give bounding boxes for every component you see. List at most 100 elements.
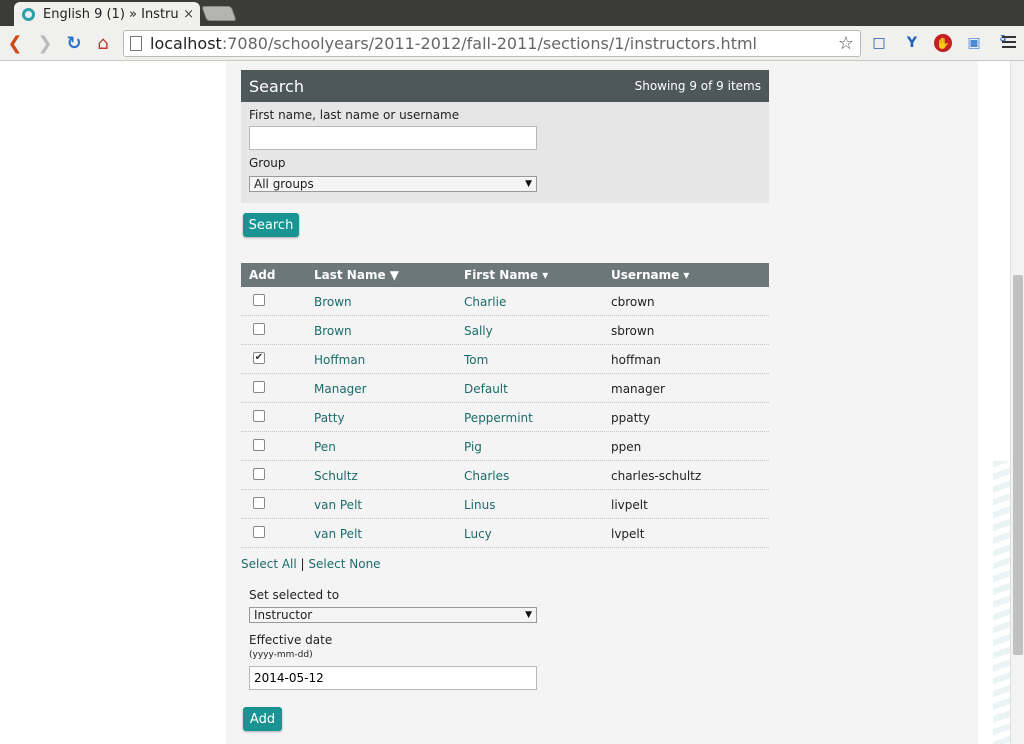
- select-none-link[interactable]: Select None: [308, 557, 380, 571]
- first-name-link[interactable]: Sally: [464, 324, 493, 338]
- table-row: Brown Charlie cbrown: [241, 287, 769, 316]
- table-row: Pen Pig ppen: [241, 432, 769, 461]
- group-select[interactable]: All groups ▼: [249, 176, 537, 192]
- username-cell: ppatty: [611, 411, 651, 425]
- first-name-link[interactable]: Charles: [464, 469, 509, 483]
- search-panel: Search Showing 9 of 9 items First name, …: [241, 70, 769, 203]
- name-label: First name, last name or username: [249, 108, 460, 122]
- date-format-hint: (yyyy-mm-dd): [249, 650, 313, 660]
- page-viewport: Search Showing 9 of 9 items First name, …: [0, 61, 1024, 744]
- back-icon[interactable]: ❮: [4, 32, 26, 54]
- browser-toolbar: ❮ ❯ ↻ ⌂ localhost:7080/schoolyears/2011-…: [0, 26, 1024, 61]
- tab-title: English 9 (1) » Instruct: [43, 6, 180, 22]
- header-add: Add: [249, 268, 276, 282]
- url-text: localhost:7080/schoolyears/2011-2012/fal…: [150, 34, 757, 53]
- selection-links: Select All | Select None: [241, 557, 381, 571]
- last-name-link[interactable]: Pen: [314, 440, 336, 454]
- favicon-icon: [22, 7, 35, 21]
- name-search-input[interactable]: [249, 126, 537, 150]
- link-separator: |: [300, 557, 305, 571]
- effective-date-input[interactable]: [249, 666, 537, 690]
- effective-date-label: Effective date: [249, 633, 333, 647]
- last-name-link[interactable]: Patty: [314, 411, 345, 425]
- add-checkbox[interactable]: [253, 468, 265, 480]
- add-checkbox[interactable]: [253, 323, 265, 335]
- search-header: Search Showing 9 of 9 items: [241, 70, 769, 102]
- page-icon: [130, 36, 142, 51]
- last-name-link[interactable]: Brown: [314, 324, 352, 338]
- first-name-link[interactable]: Default: [464, 382, 508, 396]
- url-host: localhost: [150, 34, 222, 53]
- last-name-link[interactable]: Manager: [314, 382, 367, 396]
- instructors-table: Add Last Name ▼ First Name ▾ Username ▾ …: [241, 263, 769, 548]
- first-name-link[interactable]: Linus: [464, 498, 495, 512]
- add-checkbox[interactable]: [253, 294, 265, 306]
- first-name-link[interactable]: Lucy: [464, 527, 492, 541]
- username-cell: cbrown: [611, 295, 655, 309]
- role-select-value: Instructor: [254, 608, 313, 622]
- browser-tab[interactable]: English 9 (1) » Instruct ×: [14, 2, 200, 26]
- username-cell: charles-schultz: [611, 469, 702, 483]
- last-name-link[interactable]: van Pelt: [314, 498, 362, 512]
- stop-icon[interactable]: ✋: [934, 34, 952, 52]
- add-checkbox[interactable]: [253, 439, 265, 451]
- tab-close-icon[interactable]: ×: [183, 7, 194, 22]
- header-last-name[interactable]: Last Name ▼: [314, 268, 399, 282]
- table-header: Add Last Name ▼ First Name ▾ Username ▾: [241, 263, 769, 287]
- table-row: Manager Default manager: [241, 374, 769, 403]
- first-name-link[interactable]: Pig: [464, 440, 482, 454]
- set-selected-label: Set selected to: [249, 588, 340, 602]
- table-row: van Pelt Lucy lvpelt: [241, 519, 769, 548]
- bookmark-icon[interactable]: ▣: [965, 34, 983, 52]
- browser-tabstrip: English 9 (1) » Instruct ×: [0, 0, 1024, 26]
- star-icon[interactable]: ☆: [838, 33, 854, 54]
- chevron-down-icon: ▼: [525, 179, 532, 189]
- extension-icon[interactable]: Y: [903, 34, 921, 52]
- search-title: Search: [249, 76, 304, 96]
- chevron-down-icon: ▼: [525, 610, 532, 620]
- table-row: ✔ Hoffman Tom hoffman: [241, 345, 769, 374]
- username-cell: livpelt: [611, 498, 648, 512]
- add-button[interactable]: Add: [243, 707, 282, 731]
- add-checkbox[interactable]: [253, 497, 265, 509]
- first-name-link[interactable]: Charlie: [464, 295, 506, 309]
- table-row: Brown Sally sbrown: [241, 316, 769, 345]
- add-checkbox[interactable]: [253, 410, 265, 422]
- last-name-link[interactable]: Brown: [314, 295, 352, 309]
- menu-icon[interactable]: [1002, 36, 1016, 48]
- home-icon[interactable]: ⌂: [92, 32, 114, 54]
- select-all-link[interactable]: Select All: [241, 557, 297, 571]
- username-cell: hoffman: [611, 353, 661, 367]
- scrollbar-thumb[interactable]: [1013, 275, 1023, 655]
- role-select[interactable]: Instructor ▼: [249, 607, 537, 623]
- group-label: Group: [249, 156, 286, 170]
- forward-icon[interactable]: ❯: [34, 32, 56, 54]
- search-button[interactable]: Search: [243, 213, 299, 237]
- username-cell: manager: [611, 382, 665, 396]
- first-name-link[interactable]: Tom: [464, 353, 488, 367]
- add-checkbox[interactable]: [253, 381, 265, 393]
- last-name-link[interactable]: Hoffman: [314, 353, 365, 367]
- cast-icon[interactable]: □: [870, 34, 888, 52]
- new-tab-button[interactable]: [201, 6, 237, 21]
- reload-icon[interactable]: ↻: [63, 32, 85, 54]
- add-checkbox[interactable]: [253, 526, 265, 538]
- last-name-link[interactable]: Schultz: [314, 469, 358, 483]
- table-body: Brown Charlie cbrown Brown Sally sbrown ✔ Hoffm…: [241, 287, 769, 548]
- username-cell: sbrown: [611, 324, 655, 338]
- result-count: Showing 9 of 9 items: [634, 79, 761, 93]
- table-row: Schultz Charles charles-schultz: [241, 461, 769, 490]
- table-row: Patty Peppermint ppatty: [241, 403, 769, 432]
- group-select-value: All groups: [254, 177, 314, 191]
- header-first-name[interactable]: First Name ▾: [464, 268, 548, 282]
- decorative-pattern: [993, 461, 1011, 744]
- add-checkbox[interactable]: ✔: [253, 352, 265, 364]
- username-cell: ppen: [611, 440, 642, 454]
- last-name-link[interactable]: van Pelt: [314, 527, 362, 541]
- url-path: :7080/schoolyears/2011-2012/fall-2011/se…: [221, 34, 757, 53]
- scrollbar[interactable]: [1010, 61, 1024, 744]
- header-username[interactable]: Username ▾: [611, 268, 689, 282]
- address-bar[interactable]: localhost:7080/schoolyears/2011-2012/fal…: [123, 30, 861, 57]
- username-cell: lvpelt: [611, 527, 645, 541]
- first-name-link[interactable]: Peppermint: [464, 411, 533, 425]
